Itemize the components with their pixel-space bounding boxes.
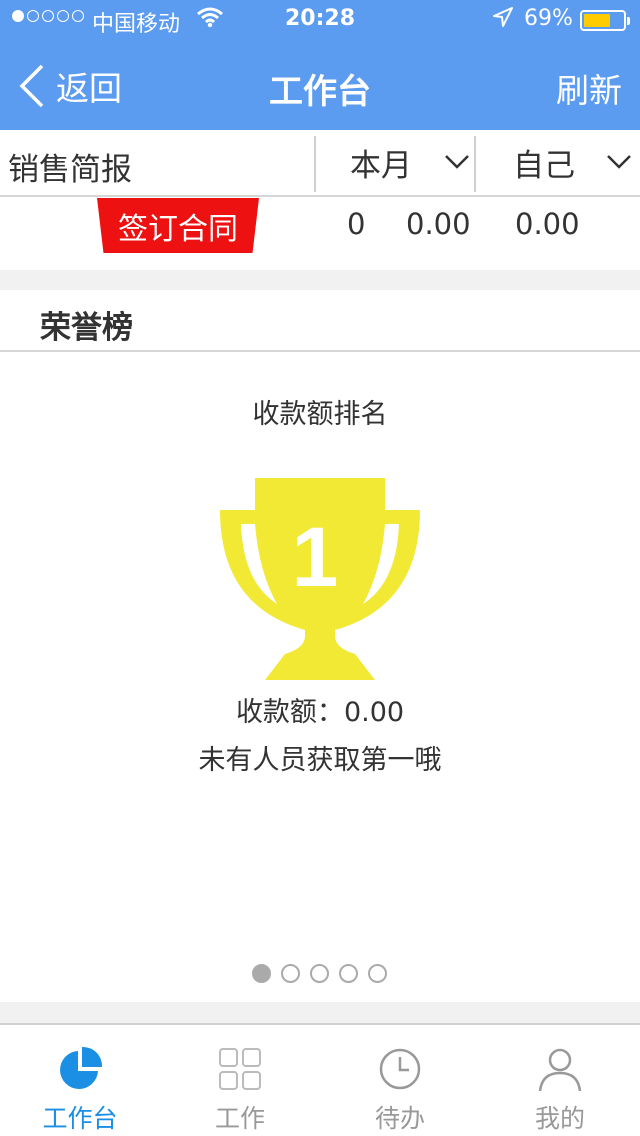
location-arrow-icon <box>492 6 514 34</box>
battery-percentage: 69% <box>524 6 573 31</box>
sales-summary-row[interactable]: 签订合同 0 0.00 0.00 <box>0 197 640 270</box>
tab-todo[interactable]: 待办 <box>320 1025 480 1136</box>
period-filter-dropdown[interactable]: 本月 <box>316 130 474 195</box>
page-dot[interactable] <box>339 964 358 983</box>
amount-label: 收款额： <box>235 697 344 728</box>
refresh-button[interactable]: 刷新 <box>556 64 622 112</box>
tab-workbench[interactable]: 工作台 <box>0 1025 160 1136</box>
page-dot[interactable] <box>368 964 387 983</box>
period-filter-value: 本月 <box>350 148 412 184</box>
trophy-icon: 1 <box>220 478 420 680</box>
empty-ranking-message: 未有人员获取第一哦 <box>198 745 442 776</box>
sales-summary-label: 销售简报 <box>8 152 132 188</box>
top-amount: 收款额：0.00 <box>0 690 640 729</box>
battery-icon <box>580 10 630 31</box>
tab-label: 工作 <box>214 1104 265 1133</box>
clock-icon <box>379 1048 421 1090</box>
chevron-down-icon <box>607 155 631 169</box>
contract-count: 0 <box>347 207 366 241</box>
contract-value: 0.00 <box>406 207 471 241</box>
person-icon <box>538 1048 582 1092</box>
honor-board-title: 荣誉榜 <box>40 310 133 346</box>
battery-fill <box>584 14 611 27</box>
scope-filter-dropdown[interactable]: 自己 <box>476 130 640 195</box>
page-dot[interactable] <box>281 964 300 983</box>
contract-value: 0.00 <box>515 207 580 241</box>
scope-filter-value: 自己 <box>513 148 575 184</box>
ranking-subtitle: 收款额排名 <box>252 399 388 430</box>
back-chevron-icon <box>19 64 44 108</box>
page-indicator <box>252 964 387 983</box>
page-dot[interactable] <box>310 964 329 983</box>
grid-icon <box>219 1048 261 1090</box>
tab-me[interactable]: 我的 <box>480 1025 640 1136</box>
navigation-bar: 返回 工作台 刷新 <box>0 40 640 130</box>
back-label: 返回 <box>56 69 122 108</box>
page-dot[interactable] <box>252 964 271 983</box>
honor-board: 荣誉榜 收款额排名 1 收款额：0.00 未有人员获取第一哦 <box>0 290 640 1002</box>
status-bar: 中国移动 20:28 69% <box>0 0 640 40</box>
divider <box>0 350 640 352</box>
contract-signed-tag: 签订合同 <box>97 198 259 253</box>
tab-label: 工作台 <box>42 1104 118 1133</box>
trophy-rank: 1 <box>292 510 339 604</box>
tab-work[interactable]: 工作 <box>160 1025 320 1136</box>
chevron-down-icon <box>445 155 469 169</box>
amount-value: 0.00 <box>343 697 405 728</box>
tab-label: 待办 <box>374 1104 425 1133</box>
pie-chart-icon <box>60 1046 103 1089</box>
back-button[interactable]: 返回 <box>18 62 122 110</box>
tab-label: 我的 <box>534 1104 585 1133</box>
sales-summary-header: 销售简报 本月 自己 <box>0 130 640 197</box>
bottom-tab-bar: 工作台 工作 待办 我的 <box>0 1023 640 1136</box>
